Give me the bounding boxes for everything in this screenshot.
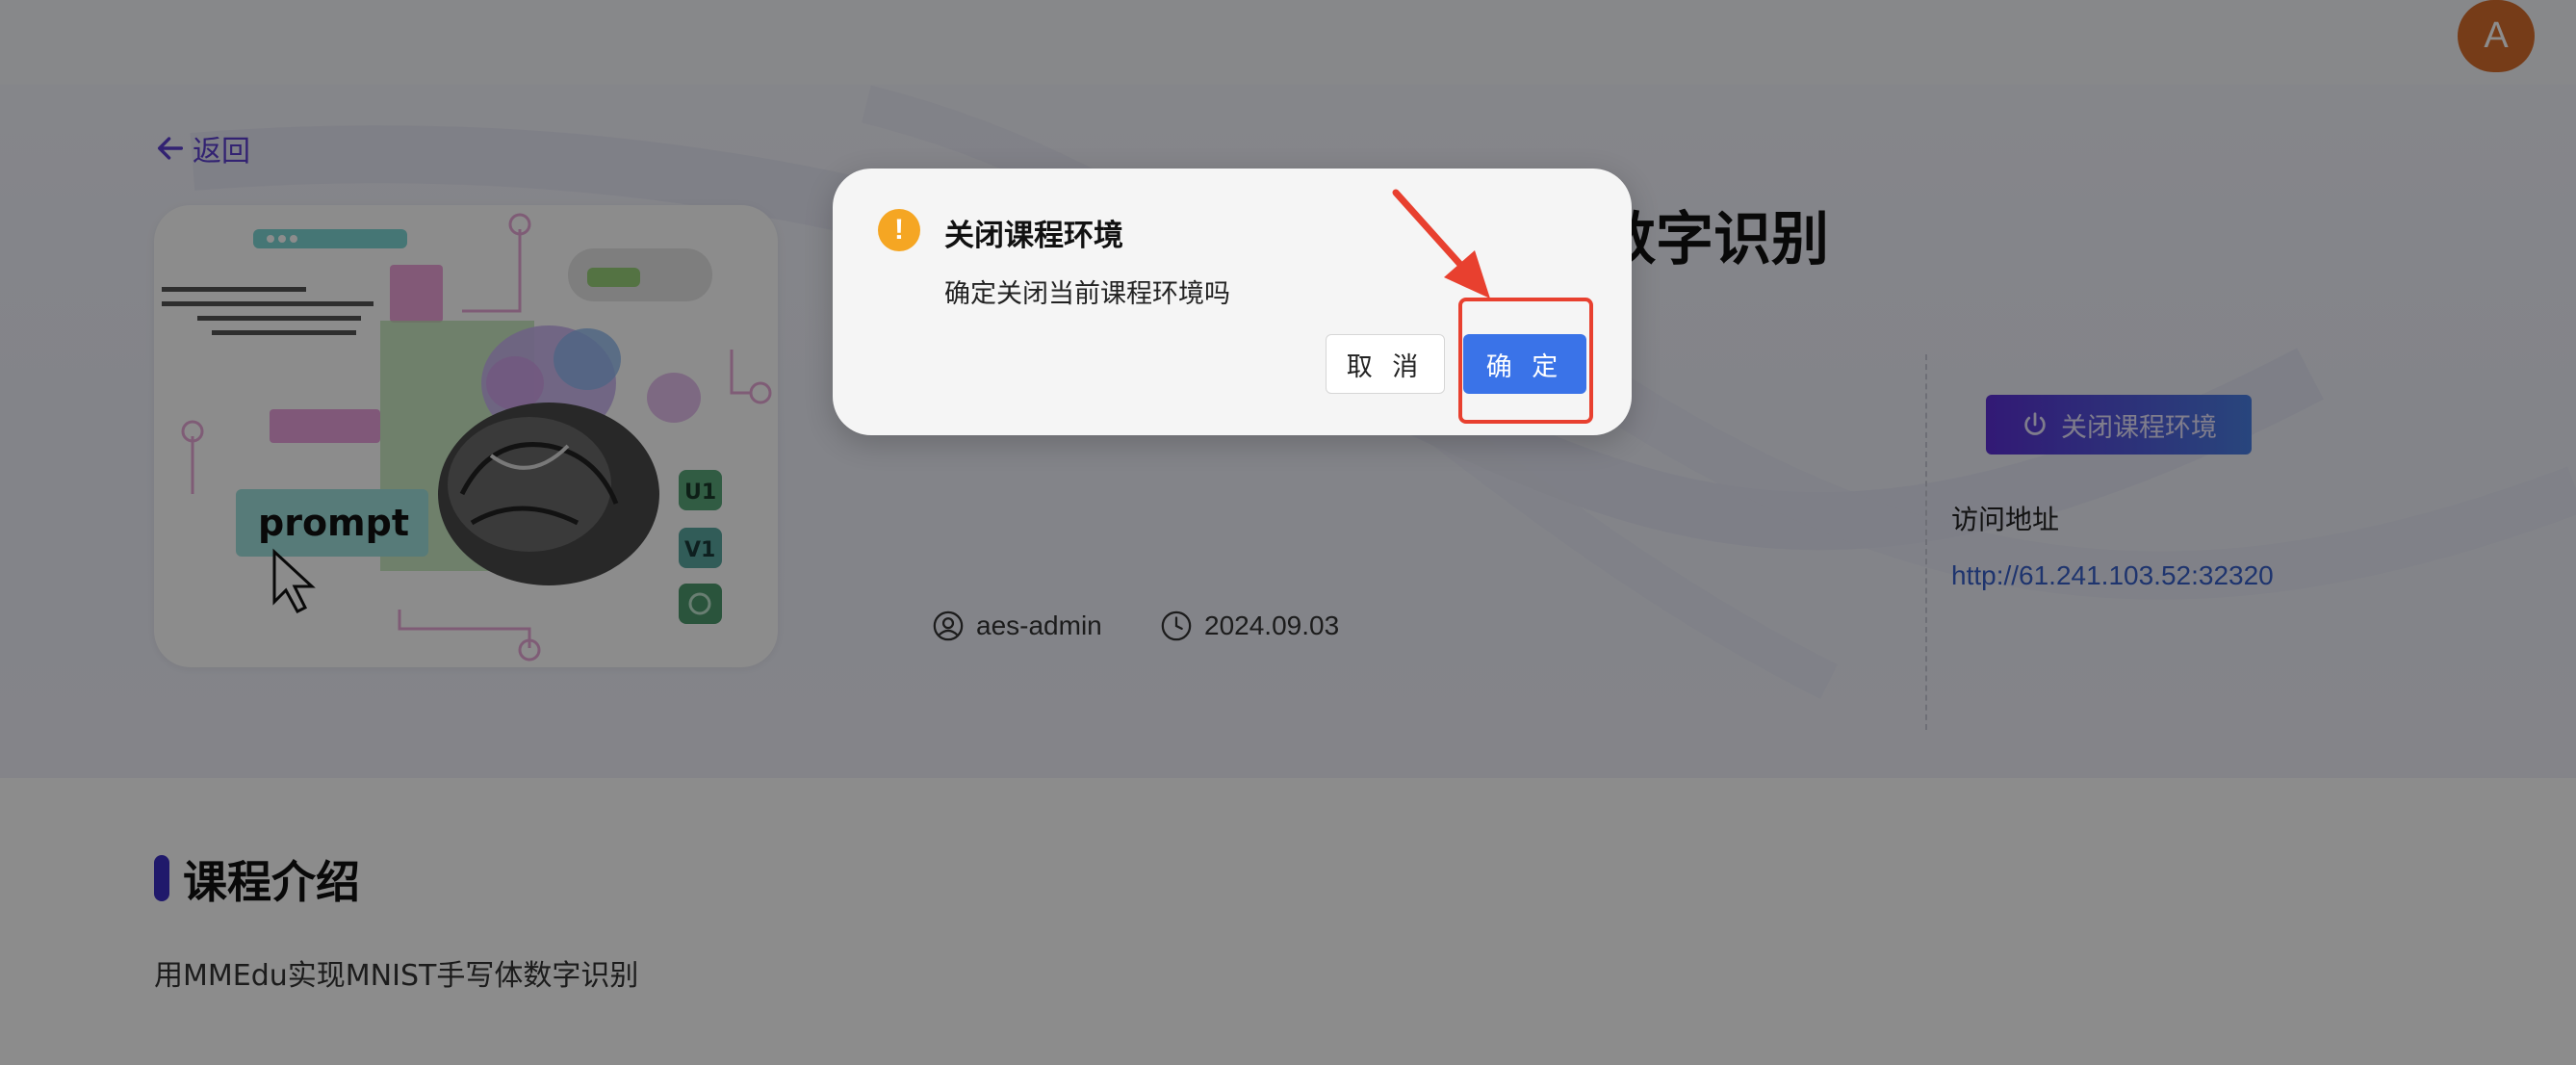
app-root: A 返回 prompt U1 V1 数字识别 aes-admin 2024.09… — [0, 0, 2576, 1065]
annotation-arrow — [1392, 189, 1490, 299]
